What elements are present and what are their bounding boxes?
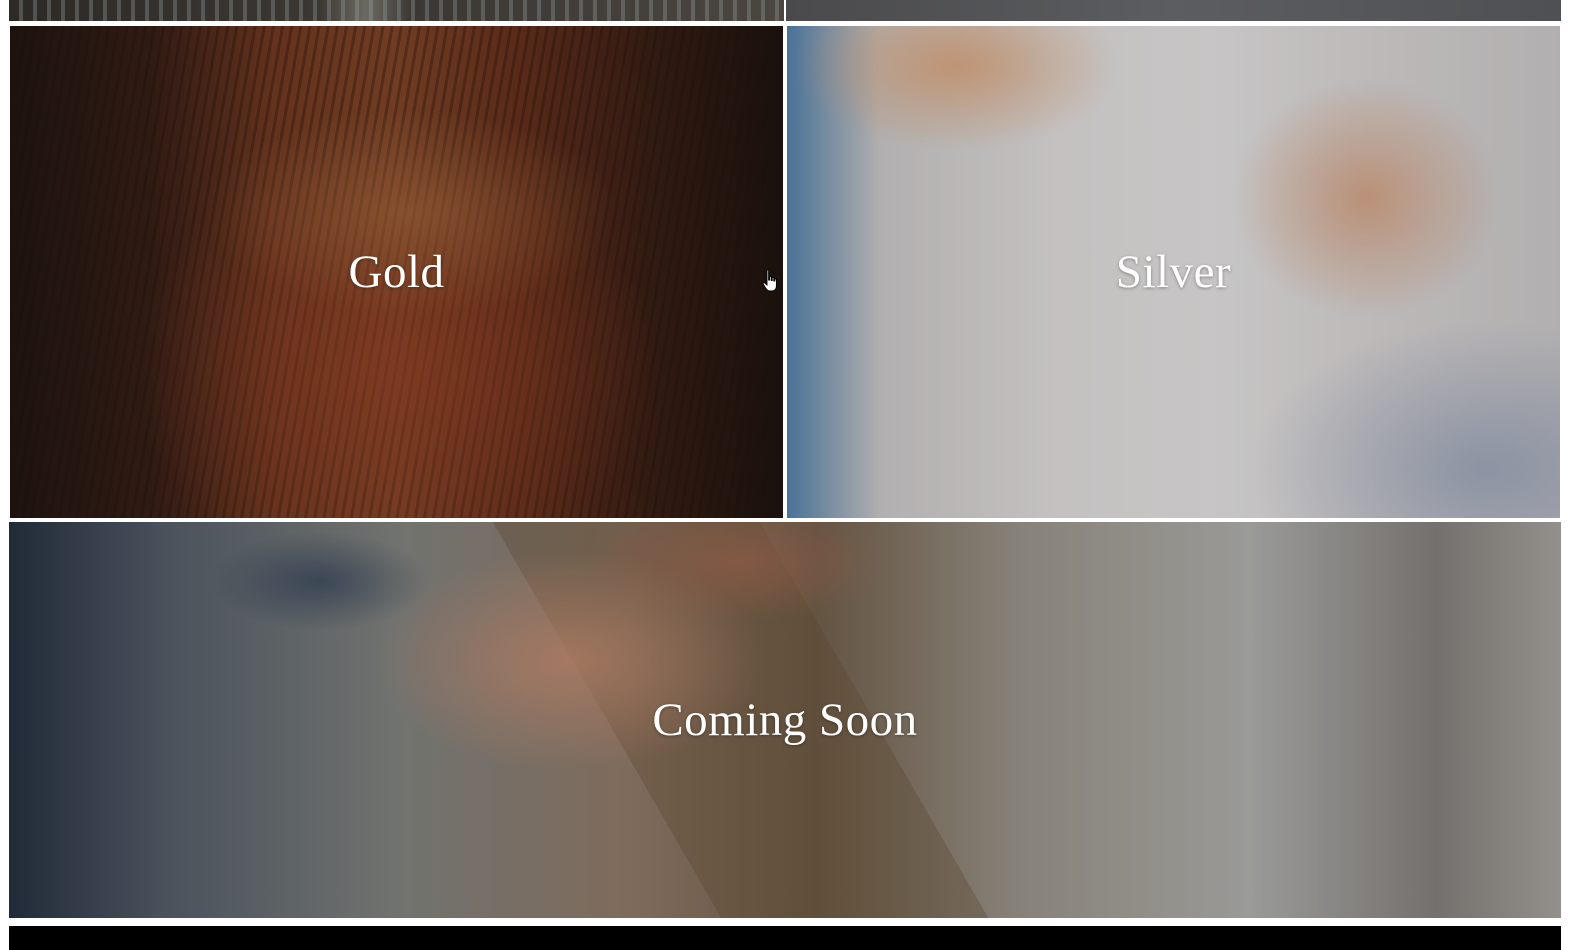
category-label-silver: Silver <box>1115 246 1232 298</box>
footer-bar <box>9 926 1561 950</box>
category-tile-coming-soon[interactable]: Coming Soon <box>9 522 1561 918</box>
grey-photo <box>786 0 1561 21</box>
plaid-shirt-photo <box>9 0 784 21</box>
category-label-gold: Gold <box>348 246 445 298</box>
previous-row-tile-strip[interactable] <box>9 0 1561 21</box>
collection-grid: Gold Silver Coming Soon <box>0 0 1582 950</box>
category-tile-gold[interactable]: Gold <box>10 26 783 518</box>
category-label-coming-soon: Coming Soon <box>652 694 918 746</box>
category-tile-silver[interactable]: Silver <box>787 26 1560 518</box>
